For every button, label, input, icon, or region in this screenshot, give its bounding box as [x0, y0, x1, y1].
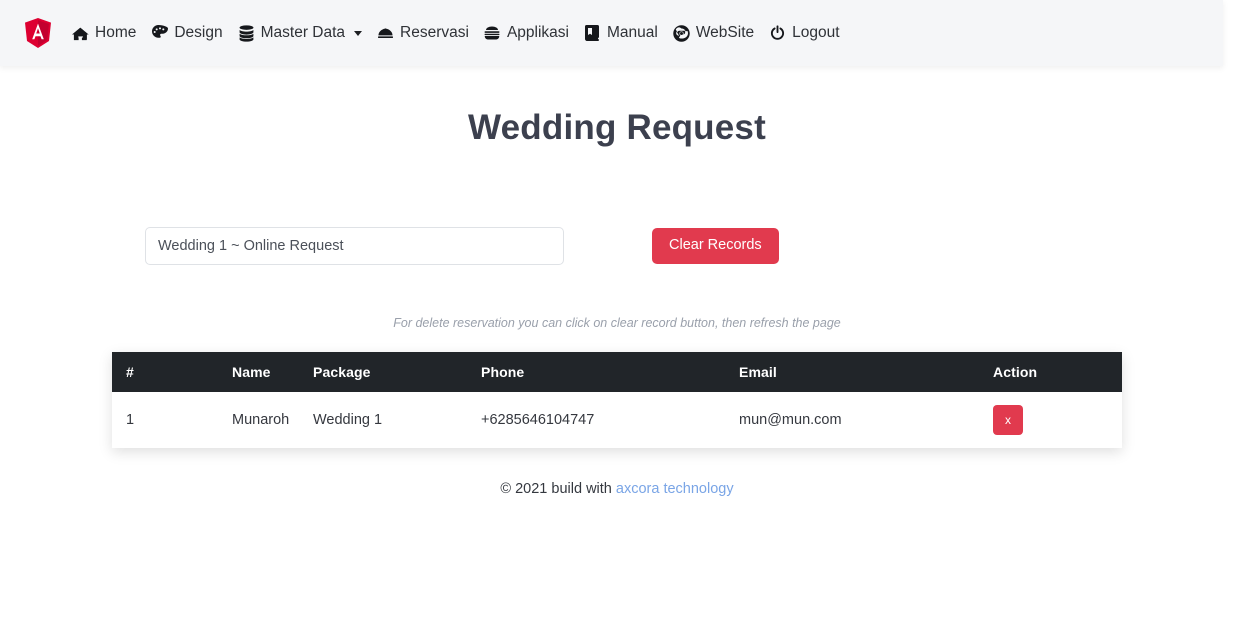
book-icon: [584, 25, 601, 42]
power-icon: [769, 25, 786, 42]
cell-number: 1: [126, 412, 135, 428]
nav-item-label: Logout: [792, 24, 840, 42]
nav-item-home[interactable]: Home: [72, 25, 136, 42]
nav-item-manual[interactable]: Manual: [584, 25, 658, 42]
column-header-phone: Phone: [481, 352, 739, 392]
nav-item-website[interactable]: WebSite: [673, 24, 755, 42]
delete-hint-text: For delete reservation you can click on …: [393, 316, 841, 330]
requests-table-card: # Name Package Phone Email Action 1 Muna…: [112, 352, 1122, 448]
chrome-icon: [673, 24, 690, 42]
top-navbar: Home Design Master Data Reservasi Applik…: [0, 0, 1223, 66]
home-icon: [72, 25, 89, 42]
nav-item-reservasi[interactable]: Reservasi: [377, 25, 469, 42]
package-select-input[interactable]: [145, 227, 564, 265]
burger-icon: [484, 25, 501, 42]
cell-action: x: [993, 392, 1122, 448]
nav-item-logout[interactable]: Logout: [769, 24, 840, 42]
database-icon: [238, 24, 255, 42]
clear-records-button[interactable]: Clear Records: [652, 228, 779, 264]
cell-email: mun@mun.com: [739, 412, 842, 428]
column-header-action: Action: [993, 352, 1122, 392]
table-row: 1 Munaroh Wedding 1 +6285646104747 mun@m…: [112, 392, 1122, 448]
page-title: Wedding Request: [468, 108, 766, 147]
table-head: # Name Package Phone Email Action: [112, 352, 1122, 392]
delete-row-button[interactable]: x: [993, 405, 1023, 435]
nav-item-label: Applikasi: [506, 24, 569, 42]
navbar-links: Home Design Master Data Reservasi Applik…: [72, 24, 840, 42]
footer-text: © 2021 build with: [500, 481, 612, 497]
nav-item-label: Reservasi: [400, 24, 469, 42]
table-body: 1 Munaroh Wedding 1 +6285646104747 mun@m…: [112, 392, 1122, 448]
nav-item-label: Manual: [606, 24, 658, 42]
bell-desk-icon: [377, 25, 394, 42]
column-header-email: Email: [739, 352, 993, 392]
table-header-row: # Name Package Phone Email Action: [112, 352, 1122, 392]
footer: © 2021 build with axcora technology: [0, 481, 1234, 497]
nav-item-master-data[interactable]: Master Data: [238, 24, 363, 42]
angular-shield-logo-icon[interactable]: [24, 18, 52, 48]
column-header-package: Package: [313, 352, 481, 392]
cell-name: Munaroh: [232, 412, 290, 428]
cell-package: Wedding 1: [313, 412, 383, 428]
chevron-down-icon[interactable]: [354, 30, 363, 36]
nav-item-label: WebSite: [695, 24, 755, 42]
nav-item-label: Home: [95, 24, 137, 42]
footer-link-axcora[interactable]: axcora technology: [616, 481, 734, 497]
requests-table: # Name Package Phone Email Action 1 Muna…: [112, 352, 1122, 448]
nav-item-label: Master Data: [260, 24, 346, 42]
nav-item-applikasi[interactable]: Applikasi: [484, 25, 569, 42]
column-header-name: Name: [165, 352, 313, 392]
column-header-number: #: [112, 352, 165, 392]
page-content: Wedding Request Clear Records For delete…: [0, 66, 1234, 497]
controls-row: Clear Records: [0, 227, 1234, 265]
cell-phone: +6285646104747: [481, 412, 595, 428]
nav-item-label: Design: [174, 24, 223, 42]
nav-item-design[interactable]: Design: [151, 24, 223, 42]
palette-icon: [151, 25, 168, 42]
